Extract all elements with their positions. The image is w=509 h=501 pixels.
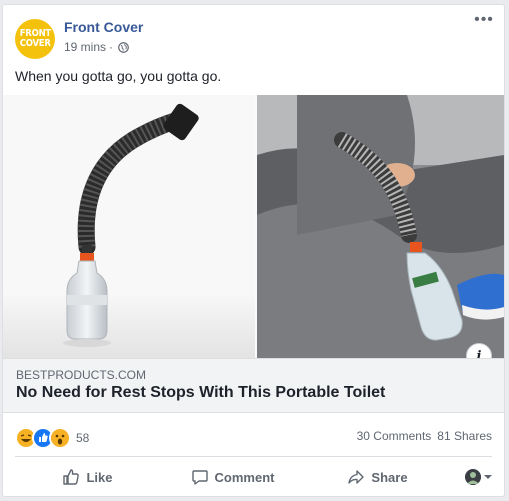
- audience-selector[interactable]: [450, 469, 492, 485]
- share-button[interactable]: Share: [305, 461, 450, 493]
- link-preview-box[interactable]: BESTPRODUCTS.COM No Need for Rest Stops …: [3, 358, 504, 413]
- link-title[interactable]: No Need for Rest Stops With This Portabl…: [16, 384, 385, 402]
- user-avatar-icon: [465, 469, 481, 485]
- like-button[interactable]: Like: [15, 461, 160, 493]
- share-label: Share: [371, 469, 408, 485]
- meta-separator: ·: [109, 40, 114, 54]
- shares-count-link[interactable]: 81 Shares: [437, 429, 492, 443]
- comment-label: Comment: [214, 469, 275, 485]
- link-domain: BESTPRODUCTS.COM: [16, 368, 147, 382]
- post-meta: 19 mins ·: [64, 40, 129, 54]
- chevron-down-icon: [484, 475, 492, 479]
- actions-divider: [15, 456, 492, 457]
- comment-button[interactable]: Comment: [160, 461, 305, 493]
- reaction-count: 58: [76, 431, 90, 445]
- more-options-icon[interactable]: •••: [474, 12, 494, 31]
- avatar-text-line2: COVER: [19, 38, 51, 49]
- page-name-link[interactable]: Front Cover: [64, 19, 143, 35]
- share-icon: [348, 470, 365, 484]
- reactions-summary[interactable]: 58: [15, 427, 89, 449]
- timestamp-link[interactable]: 19 mins: [64, 40, 106, 54]
- link-preview-media[interactable]: i: [3, 95, 504, 369]
- comments-count-link[interactable]: 30 Comments: [357, 429, 432, 443]
- like-icon: [63, 469, 80, 485]
- usage-photo: [257, 95, 504, 358]
- post-card: FRONT COVER Front Cover 19 mins · ••• Wh…: [2, 4, 505, 497]
- comment-icon: [191, 470, 208, 485]
- action-bar: Like Comment Share: [15, 461, 492, 493]
- post-text: When you gotta go, you gotta go.: [15, 68, 222, 84]
- globe-icon[interactable]: [118, 41, 129, 53]
- page-avatar[interactable]: FRONT COVER: [15, 19, 55, 59]
- like-label: Like: [86, 469, 113, 485]
- product-image: [3, 95, 255, 358]
- wow-reaction-icon: [49, 427, 71, 449]
- engagement-counts: 30 Comments 81 Shares: [357, 429, 492, 443]
